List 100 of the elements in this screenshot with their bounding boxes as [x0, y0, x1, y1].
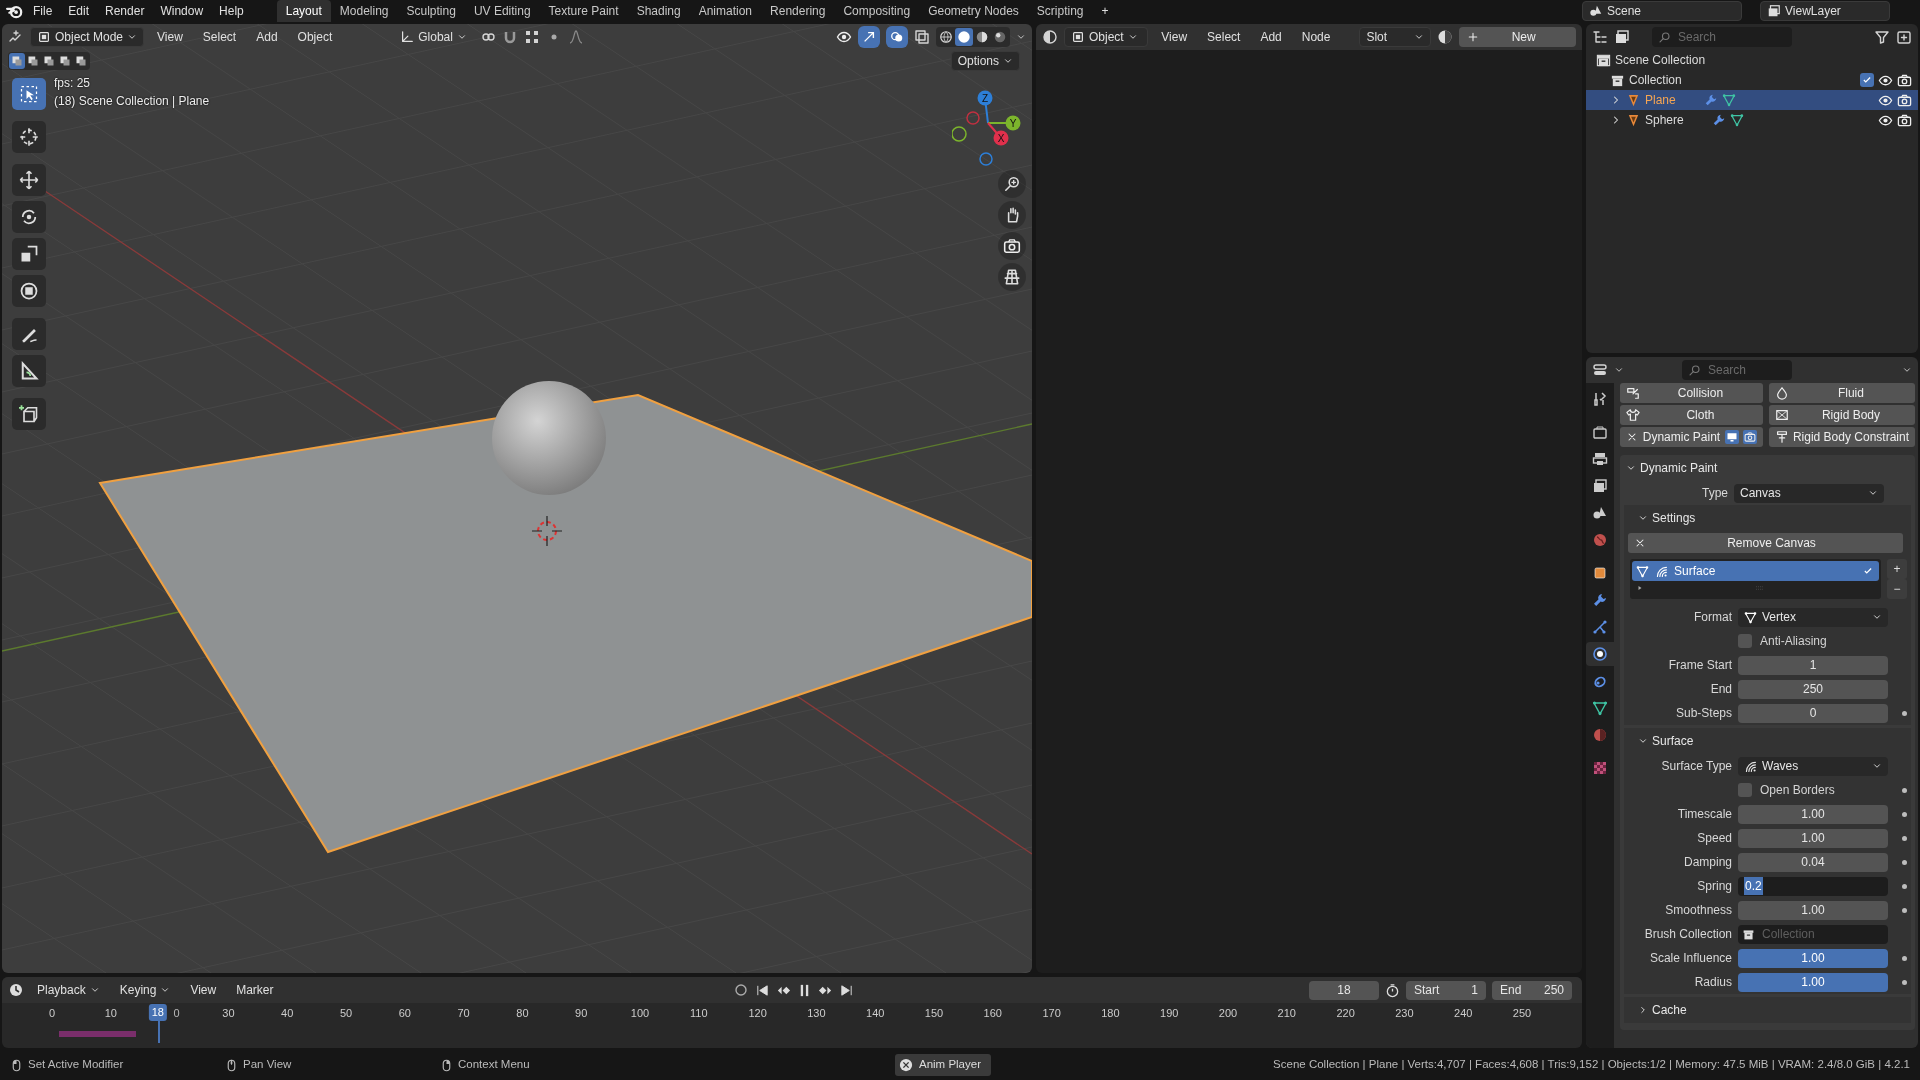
select-mode-button[interactable] [9, 53, 25, 69]
outliner-row[interactable]: Plane [1586, 90, 1918, 110]
overlay-toggle[interactable] [886, 26, 908, 48]
workspace-tab[interactable]: Sculpting [397, 0, 465, 22]
menu-item[interactable]: Select [1200, 27, 1248, 47]
menu-item[interactable]: View [183, 980, 224, 1000]
number-field[interactable]: 0 [1738, 703, 1888, 723]
number-field[interactable]: 1.00 [1738, 828, 1888, 848]
keyframe-dot[interactable] [1902, 811, 1907, 817]
menu-item[interactable]: Keying [112, 980, 178, 1000]
checkbox-label[interactable]: Anti-Aliasing [1760, 632, 1827, 650]
search-box[interactable]: Search [1682, 360, 1792, 380]
keyframe-dot[interactable] [1902, 907, 1907, 913]
axis-negative-y-ring[interactable] [952, 126, 967, 142]
filter-icon[interactable] [1874, 29, 1890, 45]
keyframe-dot[interactable] [1902, 835, 1907, 841]
physics-button[interactable]: Collision [1620, 383, 1763, 403]
checkbox-label[interactable]: Open Borders [1760, 781, 1835, 799]
menu-item[interactable]: Object [290, 27, 340, 47]
navigation-button[interactable] [998, 232, 1026, 260]
grid-snap-icon[interactable] [523, 29, 540, 45]
camera-icon[interactable] [1897, 72, 1912, 88]
orientation-dropdown[interactable]: Global [393, 27, 474, 47]
menu-item[interactable]: Add [249, 27, 285, 47]
plane-mesh[interactable] [98, 393, 1032, 854]
viewport-toggle[interactable] [1724, 430, 1739, 444]
keyframe-dot[interactable] [1902, 955, 1907, 961]
job-indicator[interactable]: Anim Player [895, 1054, 991, 1076]
record-icon[interactable] [732, 982, 749, 998]
workspace-tab[interactable]: UV Editing [464, 0, 540, 22]
checkbox[interactable] [1738, 634, 1752, 648]
navigation-button[interactable] [998, 170, 1026, 198]
collection-field[interactable]: Collection [1760, 924, 1870, 944]
jump-start-icon[interactable] [754, 982, 770, 998]
keyframe-dot[interactable] [1902, 883, 1907, 889]
current-frame-field[interactable]: 18 [1309, 980, 1379, 1000]
menu-item[interactable]: Render [98, 1, 152, 21]
keyframe-dot[interactable] [1902, 710, 1907, 716]
menu-item[interactable]: Window [153, 1, 211, 21]
shading-mode-button[interactable] [937, 28, 955, 46]
axis-negative-z-ring[interactable] [979, 152, 993, 166]
search-field[interactable]: Search [1706, 360, 1776, 380]
keyframe-dot[interactable] [1902, 859, 1907, 865]
workspace-tab[interactable]: Texture Paint [539, 0, 628, 22]
scene-selector[interactable]: Scene [1582, 1, 1742, 21]
properties-tab[interactable] [1586, 642, 1614, 666]
tool-button[interactable] [12, 121, 46, 153]
workspace-tab[interactable]: Modeling [330, 0, 398, 22]
number-field[interactable]: 1.00 [1738, 804, 1888, 824]
physics-button[interactable]: Dynamic Paint [1620, 427, 1763, 447]
number-field[interactable]: 250 [1738, 679, 1888, 699]
physics-button[interactable]: Fluid [1768, 383, 1915, 403]
subpanel-header[interactable]: Settings [1624, 505, 1911, 531]
options-dropdown[interactable]: Options [950, 51, 1020, 71]
add-button[interactable]: + [1887, 559, 1907, 579]
sphere-mesh[interactable] [492, 381, 606, 495]
mode-dropdown[interactable]: Object Mode [30, 27, 145, 47]
jump-end-icon[interactable] [838, 982, 854, 998]
menu-item[interactable]: Playback [30, 980, 107, 1000]
list-item[interactable]: Surface [1632, 561, 1879, 581]
tool-button[interactable] [12, 355, 46, 387]
menu-item[interactable]: Help [212, 1, 251, 21]
workspace-tab[interactable]: Animation [689, 0, 762, 22]
dropdown[interactable]: Vertex [1738, 607, 1888, 627]
tool-button[interactable] [12, 78, 46, 110]
remove-button[interactable]: Remove Canvas [1628, 533, 1903, 553]
checkbox[interactable] [1860, 73, 1874, 87]
outliner-row[interactable]: Collection [1586, 70, 1918, 90]
keyframe-dot[interactable] [1902, 979, 1907, 985]
menu-item[interactable]: Add [1253, 27, 1289, 47]
menu-item[interactable]: Edit [61, 1, 97, 21]
view-layer-selector[interactable]: ViewLayer [1760, 1, 1890, 21]
navigation-button[interactable] [998, 201, 1026, 229]
physics-button[interactable]: Rigid Body Constraint [1768, 427, 1915, 447]
shading-mode-button[interactable] [955, 28, 973, 46]
menu-item[interactable]: Node [1294, 27, 1338, 47]
outliner-row[interactable]: Scene Collection [1586, 50, 1918, 70]
number-field[interactable]: 1.00 [1738, 900, 1888, 920]
start-frame-field[interactable]: Start 1 [1406, 980, 1486, 1000]
clock-icon[interactable] [8, 982, 24, 998]
editor-type-icon[interactable] [1592, 362, 1608, 378]
workspace-tab[interactable]: Compositing [834, 0, 920, 22]
physics-button[interactable]: Cloth [1620, 405, 1763, 425]
menu-item[interactable]: Marker [229, 980, 281, 1000]
search-field[interactable]: Search [1676, 27, 1776, 47]
workspace-tab[interactable]: Shading [627, 0, 690, 22]
number-field[interactable]: 1.00 [1738, 972, 1888, 992]
stopwatch-icon[interactable] [1385, 982, 1400, 998]
dropdown[interactable]: Canvas [1734, 483, 1884, 503]
list-tree-icon[interactable] [1592, 29, 1608, 45]
render-toggle[interactable] [1742, 430, 1757, 444]
workspace-tab[interactable]: Rendering [761, 0, 835, 22]
gizmo-toggle[interactable] [858, 26, 880, 48]
workspace-tab[interactable]: Geometry Nodes [919, 0, 1028, 22]
tool-button[interactable] [12, 164, 46, 196]
xray-icon[interactable] [914, 29, 930, 45]
menu-item[interactable]: File [26, 1, 60, 21]
add-workspace-button[interactable]: + [1094, 1, 1116, 21]
search-box[interactable]: Search [1652, 27, 1792, 47]
number-field[interactable]: 1.00 [1738, 948, 1888, 968]
